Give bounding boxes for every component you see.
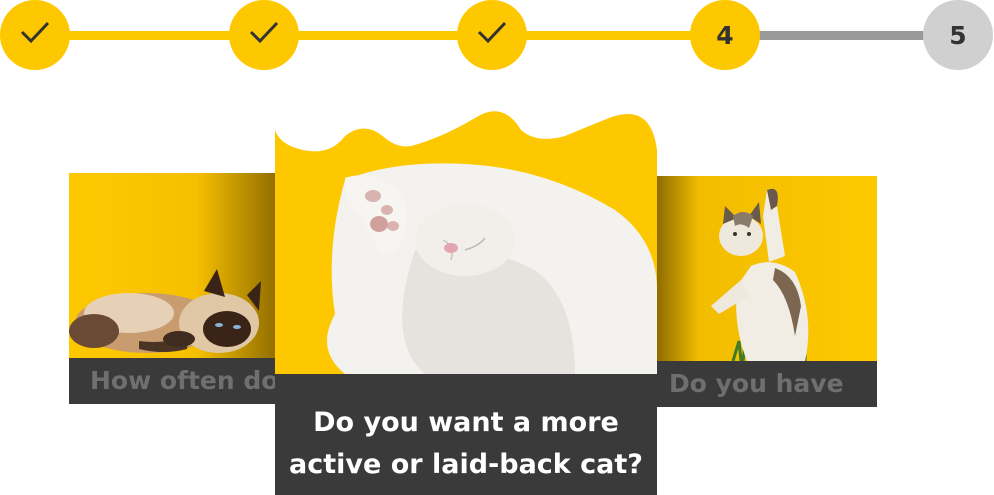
step-1-complete[interactable] [0, 0, 70, 70]
progress-stepper: 4 5 [0, 0, 994, 75]
step-4-current[interactable]: 4 [690, 0, 760, 70]
check-icon [247, 15, 281, 55]
step-2-complete[interactable] [229, 0, 299, 70]
white-cat-image [275, 111, 657, 400]
question-text-line-2: active or laid-back cat? [289, 449, 643, 480]
question-text-line-1: Do you want a more [313, 407, 619, 438]
question-card-previous[interactable]: How often do [69, 173, 282, 404]
step-5-label: 5 [949, 20, 967, 50]
question-card-next[interactable]: Do you have [655, 176, 877, 407]
step-4-label: 4 [716, 20, 734, 50]
step-3-complete[interactable] [457, 0, 527, 70]
question-card-current-caption: Do you want a more active or laid-back c… [275, 374, 657, 495]
check-icon [18, 15, 52, 55]
cat-lying-image [69, 173, 282, 358]
cat-standing-image [655, 176, 877, 361]
question-card-previous-caption: How often do [69, 358, 282, 404]
check-icon [475, 15, 509, 55]
progress-track-done [35, 31, 725, 40]
question-card-current[interactable]: Do you want a more active or laid-back c… [275, 100, 657, 495]
step-5-pending[interactable]: 5 [923, 0, 993, 70]
question-card-next-caption: Do you have [655, 361, 877, 407]
